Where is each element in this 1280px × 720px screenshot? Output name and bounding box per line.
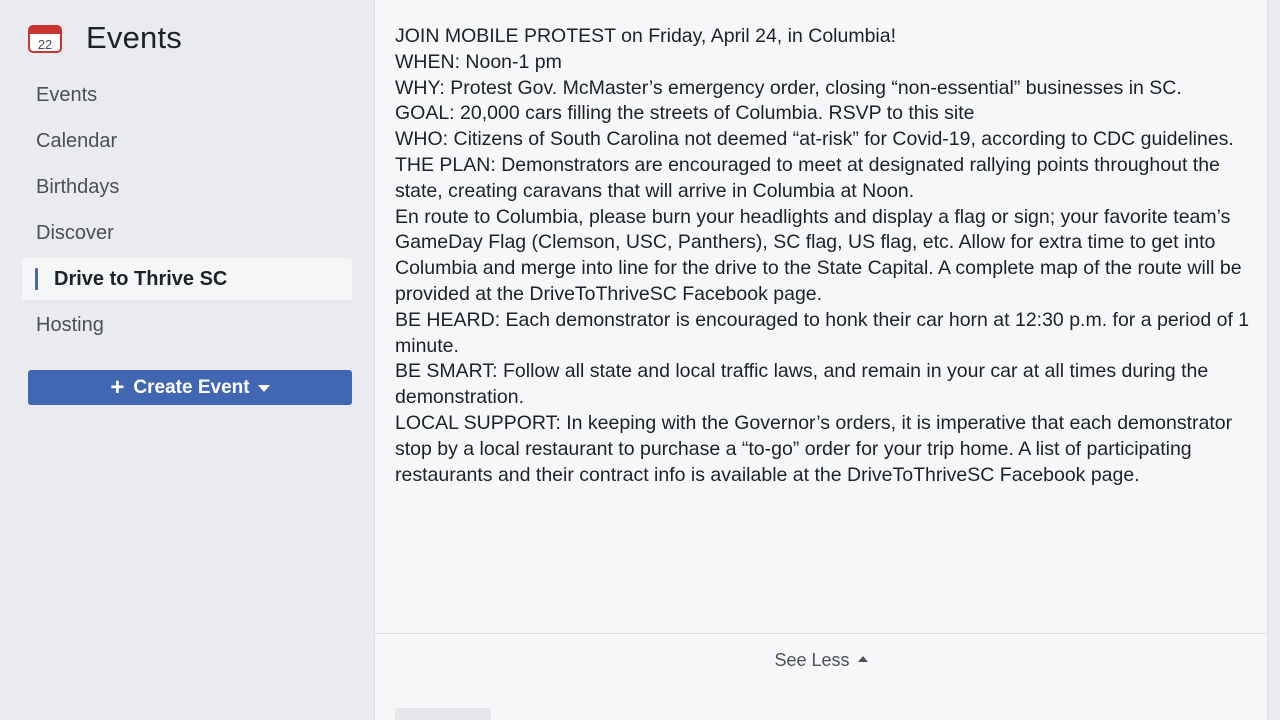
sidebar-item-label: Hosting (36, 313, 104, 336)
description-line: GOAL: 20,000 cars filling the streets of… (395, 102, 975, 125)
sidebar-item-discover[interactable]: Discover (22, 212, 352, 254)
events-sidebar: 22 Events Events Calendar Birthdays Disc… (0, 0, 372, 720)
description-line: En route to Columbia, please burn your h… (395, 205, 1242, 305)
sidebar-nav: Events Calendar Birthdays Discover Drive… (22, 74, 352, 350)
sidebar-item-label: Birthdays (36, 175, 120, 198)
sidebar-item-label: Discover (36, 221, 114, 244)
plus-icon: + (110, 373, 125, 401)
sidebar-header: 22 Events (28, 18, 182, 58)
event-description: JOIN MOBILE PROTEST on Friday, April 24,… (395, 24, 1255, 488)
description-line: WHO: Citizens of South Carolina not deem… (395, 128, 1234, 151)
description-line: BE SMART: Follow all state and local tra… (395, 360, 1209, 409)
see-less-link[interactable]: See Less (375, 650, 1267, 671)
description-line: JOIN MOBILE PROTEST on Friday, April 24,… (395, 25, 897, 47)
description-line: WHEN: Noon-1 pm (395, 50, 562, 73)
active-indicator (35, 268, 38, 290)
caret-down-icon (257, 385, 270, 392)
calendar-icon: 22 (28, 23, 62, 53)
sidebar-item-label: Calendar (36, 129, 118, 152)
sidebar-item-calendar[interactable]: Calendar (22, 120, 352, 162)
caret-up-icon (857, 656, 868, 663)
calendar-icon-day: 22 (38, 37, 52, 52)
description-line: LOCAL SUPPORT: In keeping with the Gover… (395, 411, 1233, 486)
description-line: THE PLAN: Demonstrators are encouraged t… (395, 153, 1220, 202)
description-line: WHY: Protest Gov. McMaster’s emergency o… (395, 76, 1182, 99)
create-event-button[interactable]: + Create Event (28, 370, 352, 405)
sidebar-item-label: Events (36, 83, 98, 106)
right-gutter (1268, 0, 1280, 720)
event-details-card: JOIN MOBILE PROTEST on Friday, April 24,… (374, 0, 1268, 720)
sidebar-item-drive-to-thrive-sc[interactable]: Drive to Thrive SC (22, 258, 352, 300)
sidebar-item-birthdays[interactable]: Birthdays (22, 166, 352, 208)
divider (375, 633, 1267, 634)
partial-button[interactable] (395, 708, 491, 720)
sidebar-title: Events (86, 20, 182, 55)
events-app: 22 Events Events Calendar Birthdays Disc… (0, 0, 1280, 720)
description-line: BE HEARD: Each demonstrator is encourage… (395, 308, 1250, 357)
sidebar-item-events[interactable]: Events (22, 74, 352, 116)
create-event-label: Create Event (133, 376, 250, 398)
sidebar-item-label: Drive to Thrive SC (54, 267, 228, 290)
see-less-label: See Less (774, 650, 850, 670)
sidebar-item-hosting[interactable]: Hosting (22, 304, 352, 346)
